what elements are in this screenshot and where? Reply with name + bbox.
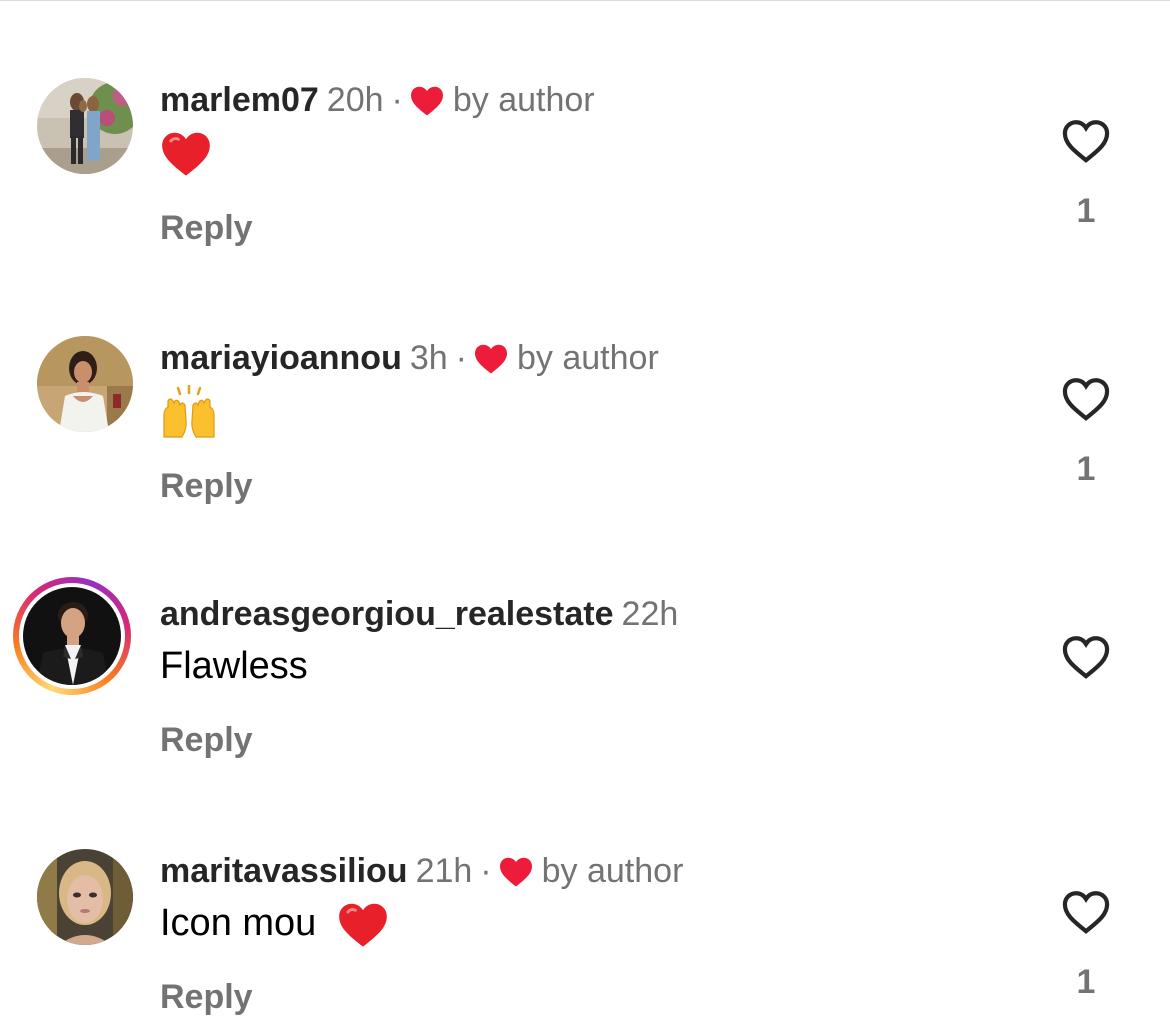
woman-white-dress-avatar-image	[37, 336, 133, 432]
comment-time: 22h	[621, 595, 679, 633]
username[interactable]: mariayioannou	[160, 339, 402, 377]
separator-dot: ·	[391, 81, 403, 119]
author-liked-heart-icon	[499, 857, 532, 887]
avatar[interactable]	[37, 849, 133, 945]
blonde-woman-avatar-image	[37, 849, 133, 945]
comment-text	[160, 384, 218, 439]
by-author-label: by author	[452, 81, 595, 119]
heart-outline-icon[interactable]	[1060, 376, 1112, 422]
reply-button[interactable]: Reply	[160, 466, 253, 506]
raising-hands-icon	[163, 384, 215, 438]
author-liked-heart-icon	[410, 86, 443, 116]
heart-outline-icon[interactable]	[1060, 118, 1112, 164]
separator-dot: ·	[455, 339, 467, 377]
comment-text: Flawless	[160, 645, 308, 687]
comment-text-value: Icon mou	[160, 902, 317, 944]
reply-button[interactable]: Reply	[160, 720, 253, 760]
comment-header: andreasgeorgiou_realestate 22h	[160, 592, 678, 636]
avatar[interactable]	[13, 577, 133, 695]
comment-text: Icon mou	[160, 897, 389, 950]
reply-button[interactable]: Reply	[160, 208, 253, 248]
separator-dot: ·	[480, 852, 492, 890]
top-divider	[0, 0, 1170, 1]
comment-time: 20h	[326, 81, 384, 119]
comment-time: 21h	[415, 852, 473, 890]
author-liked-heart-icon	[475, 344, 507, 374]
heart-outline-icon[interactable]	[1060, 634, 1112, 680]
red-heart-icon	[339, 903, 387, 947]
by-author-label: by author	[517, 339, 659, 377]
username[interactable]: maritavassiliou	[160, 852, 408, 890]
comment-header: mariayioannou 3h · by author	[160, 336, 659, 380]
by-author-label: by author	[541, 852, 684, 890]
comment-text	[160, 126, 212, 179]
comment-time: 3h	[409, 339, 448, 377]
man-black-suit-avatar-image	[23, 587, 121, 685]
like-count: 1	[1076, 192, 1096, 230]
red-heart-icon	[162, 132, 210, 176]
username[interactable]: marlem07	[160, 81, 319, 119]
avatar[interactable]	[37, 78, 133, 174]
username[interactable]: andreasgeorgiou_realestate	[160, 595, 614, 633]
heart-outline-icon[interactable]	[1060, 889, 1112, 935]
story-ring	[13, 577, 131, 695]
comment-header: maritavassiliou 21h · by author	[160, 849, 683, 893]
group-photo-avatar-image	[37, 78, 133, 174]
reply-button[interactable]: Reply	[160, 977, 253, 1017]
avatar[interactable]	[37, 336, 133, 432]
like-count: 1	[1076, 963, 1096, 1001]
like-count: 1	[1076, 450, 1096, 488]
comment-header: marlem07 20h · by author	[160, 78, 595, 122]
